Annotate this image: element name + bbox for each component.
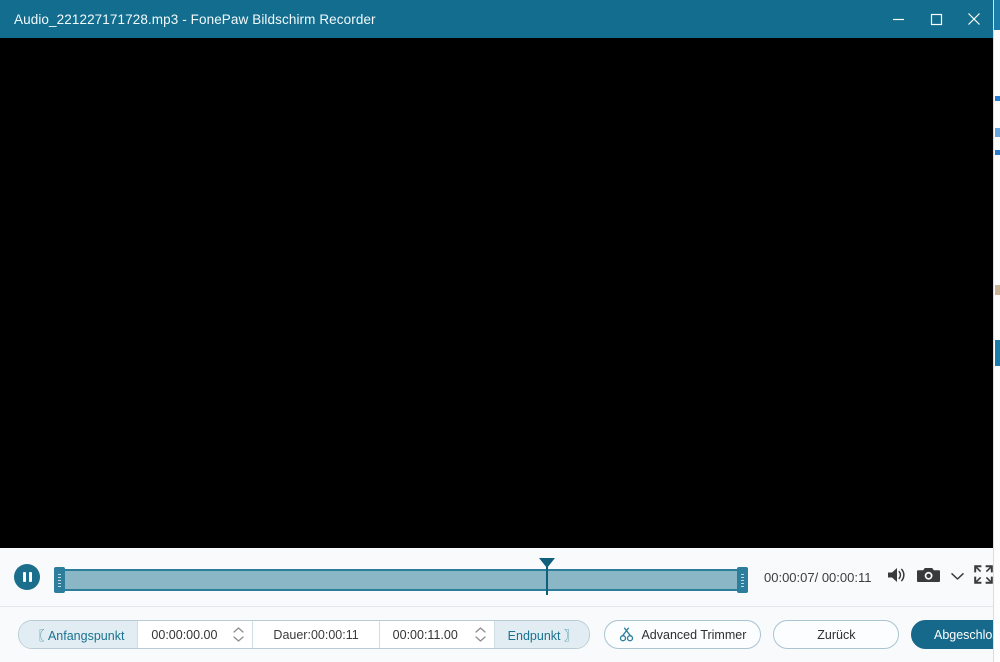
window-controls	[879, 0, 993, 38]
playback-bar: 00:00:07/ 00:00:11	[0, 548, 993, 606]
back-button-label: Zurück	[817, 627, 856, 642]
duration-label: Dauer:00:00:11	[253, 621, 380, 648]
playback-icon-group	[885, 565, 993, 590]
start-time-spinner[interactable]	[229, 627, 248, 642]
done-button[interactable]: Abgeschlossen	[911, 620, 993, 649]
trim-toolbar: 〖 Anfangspunkt Dauer:00:00:11	[0, 606, 993, 662]
volume-button[interactable]	[885, 565, 907, 590]
volume-icon	[885, 565, 907, 590]
chevron-up-icon	[233, 627, 245, 633]
start-time-input[interactable]	[149, 626, 230, 643]
grip-icon	[741, 573, 744, 587]
video-preview-area[interactable]	[0, 38, 993, 548]
chevron-down-icon	[951, 568, 965, 586]
background-window-artifact	[995, 340, 1000, 366]
window-title: Audio_221227171728.mp3 - FonePaw Bildsch…	[14, 11, 376, 27]
pause-icon	[22, 572, 32, 582]
trim-end-handle[interactable]	[737, 567, 748, 593]
back-button[interactable]: Zurück	[773, 620, 900, 649]
title-bar: Audio_221227171728.mp3 - FonePaw Bildsch…	[0, 0, 993, 38]
snapshot-button[interactable]	[917, 565, 941, 589]
time-readout: 00:00:07/ 00:00:11	[764, 569, 872, 585]
chevron-down-icon	[475, 636, 486, 642]
done-button-label: Abgeschlossen	[933, 627, 993, 642]
scissors-icon	[619, 627, 634, 642]
camera-icon	[917, 565, 941, 589]
chevron-down-icon	[233, 636, 245, 642]
chevron-up-icon	[475, 627, 486, 633]
background-window-artifact	[995, 96, 1000, 101]
trim-controls-group: 〖 Anfangspunkt Dauer:00:00:11	[18, 620, 591, 649]
background-window-titlebar	[994, 0, 1000, 30]
start-time-field-wrap[interactable]	[138, 621, 254, 648]
snapshot-menu-button[interactable]	[951, 568, 965, 586]
background-window-artifact	[995, 128, 1000, 137]
close-icon	[967, 12, 981, 26]
background-window-artifact	[995, 285, 1000, 295]
minimize-icon	[892, 13, 905, 26]
end-time-input[interactable]	[390, 626, 471, 643]
fullscreen-icon	[974, 565, 993, 589]
advanced-trimmer-button[interactable]: Advanced Trimmer	[604, 620, 762, 649]
trim-start-handle[interactable]	[54, 567, 65, 593]
fullscreen-button[interactable]	[974, 565, 993, 589]
background-window-sliver[interactable]	[993, 0, 1000, 662]
playhead-flag-icon	[539, 558, 555, 568]
minimize-button[interactable]	[879, 0, 917, 38]
close-button[interactable]	[955, 0, 993, 38]
maximize-icon	[930, 13, 943, 26]
fonepaw-recorder-window: Audio_221227171728.mp3 - FonePaw Bildsch…	[0, 0, 993, 662]
timeline-scrubber[interactable]	[54, 557, 748, 597]
set-end-point-button[interactable]: Endpunkt 〗	[494, 621, 590, 648]
trim-range-region[interactable]	[54, 569, 748, 591]
maximize-button[interactable]	[917, 0, 955, 38]
advanced-trimmer-label: Advanced Trimmer	[641, 627, 747, 642]
grip-icon	[58, 573, 61, 587]
end-time-spinner[interactable]	[471, 627, 490, 642]
play-pause-button[interactable]	[14, 564, 40, 590]
set-start-point-button[interactable]: 〖 Anfangspunkt	[19, 621, 139, 648]
background-window-artifact	[995, 150, 1000, 155]
end-time-field-wrap[interactable]	[379, 621, 495, 648]
playhead-marker[interactable]	[539, 558, 555, 595]
